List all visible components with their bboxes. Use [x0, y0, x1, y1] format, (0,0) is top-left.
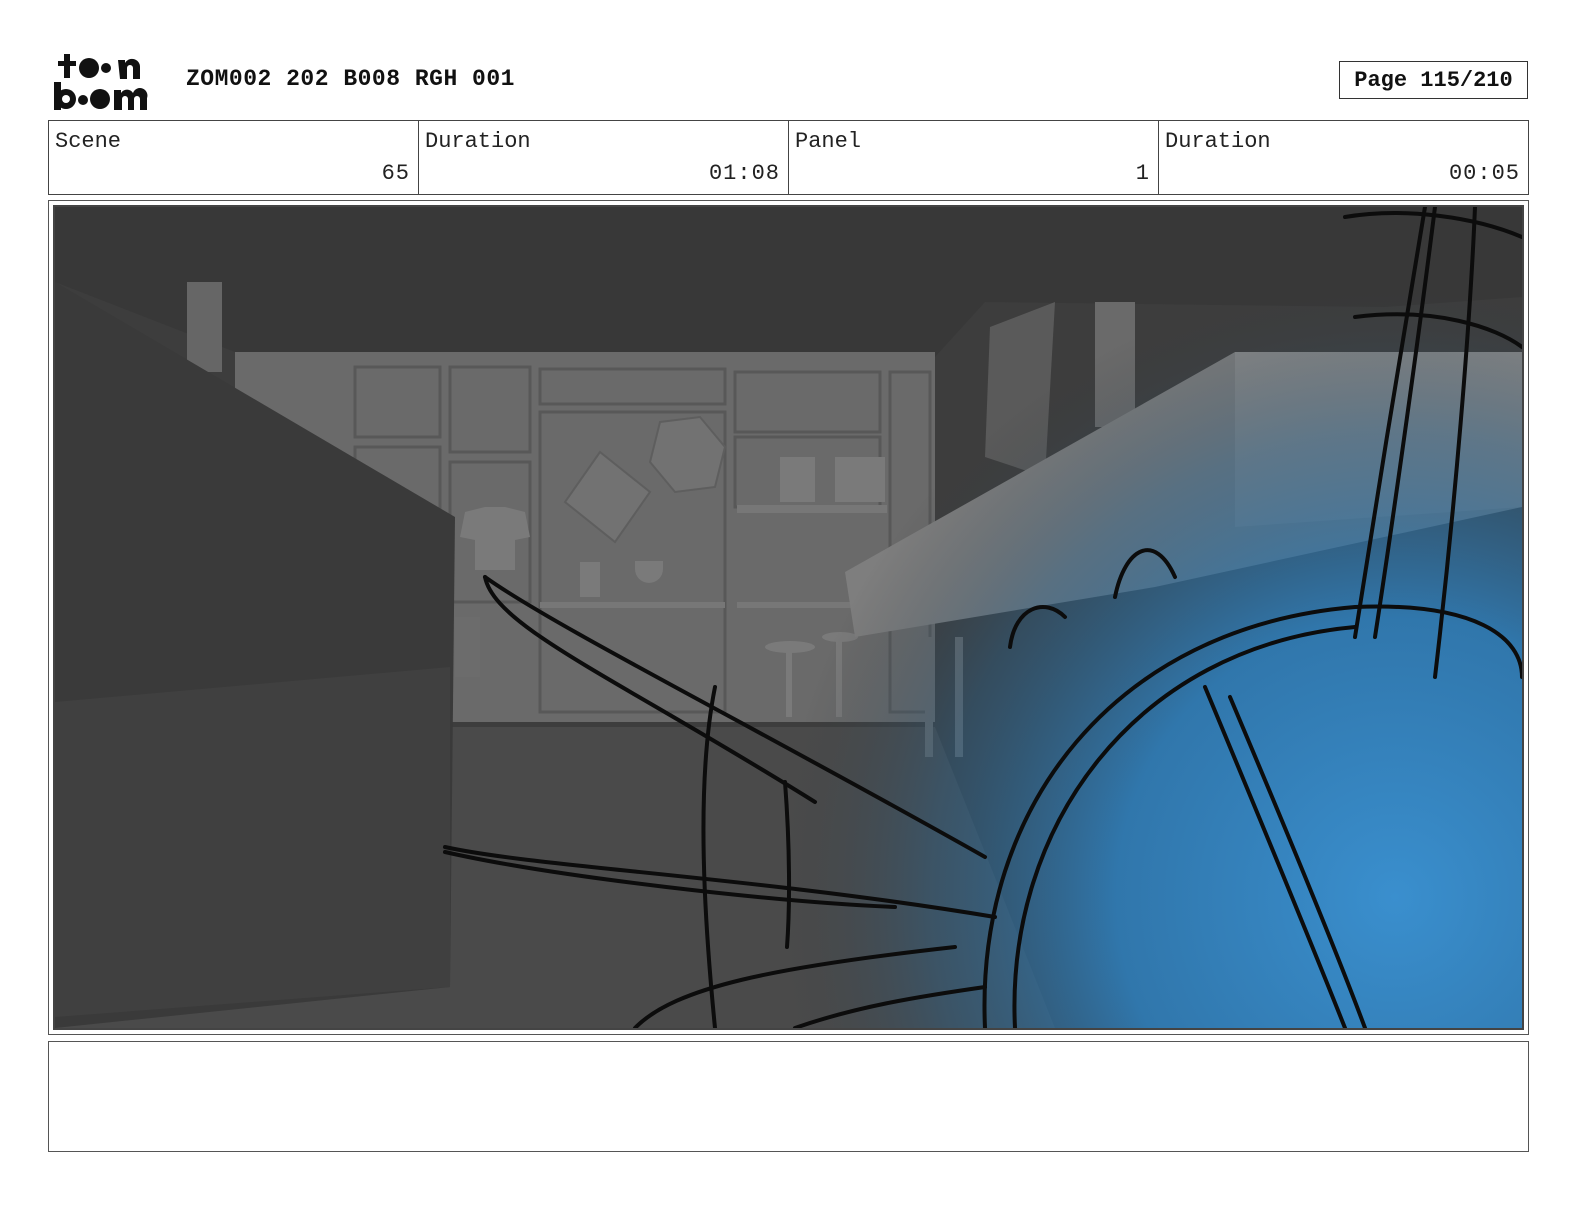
info-row: Scene 65 Duration 01:08 Panel 1 Duration…	[48, 120, 1529, 195]
scene-duration-value: 01:08	[708, 161, 780, 186]
scene-label: Scene	[55, 129, 122, 154]
panel-duration-label: Duration	[1165, 129, 1271, 154]
panel-cell: Panel 1	[789, 121, 1159, 194]
panel-label: Panel	[795, 129, 862, 154]
notes-box	[48, 1041, 1529, 1152]
scene-duration-cell: Duration 01:08	[419, 121, 789, 194]
panel-value: 1	[1135, 161, 1150, 186]
document-title: ZOM002 202 B008 RGH 001	[186, 66, 515, 92]
panel-duration-cell: Duration 00:05	[1159, 121, 1528, 194]
panel-duration-value: 00:05	[1448, 161, 1520, 186]
scene-value: 65	[381, 161, 410, 186]
page-number: Page 115/210	[1339, 61, 1528, 99]
storyboard-panel-image	[53, 205, 1524, 1030]
scene-cell: Scene 65	[49, 121, 419, 194]
scene-duration-label: Duration	[425, 129, 531, 154]
toon-boom-logo	[54, 54, 148, 110]
